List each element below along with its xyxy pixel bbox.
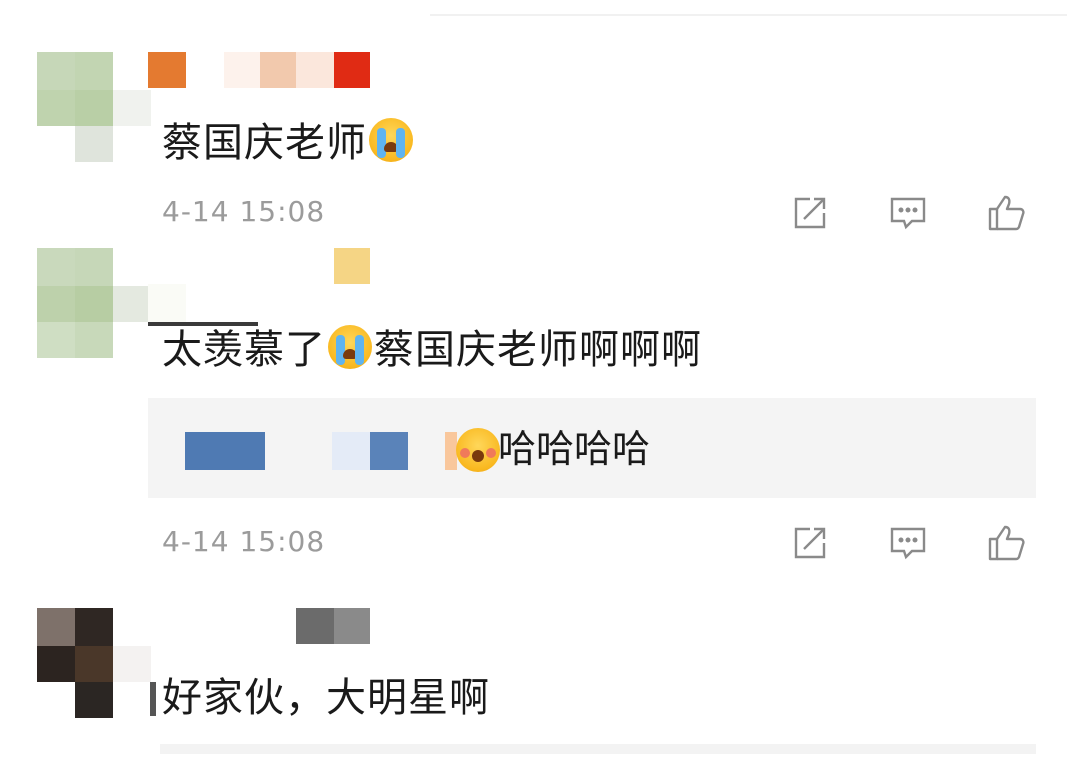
bottom-divider — [160, 744, 1036, 754]
comment-text: 好家伙，大明星啊 — [162, 675, 490, 721]
comment-time: 4-14 15:08 — [162, 195, 326, 228]
crying-face-icon — [369, 118, 413, 162]
comment-icon[interactable] — [888, 193, 928, 233]
share-icon[interactable] — [790, 523, 830, 563]
comment-time: 4-14 15:08 — [162, 525, 326, 558]
username-blurred[interactable] — [296, 608, 372, 644]
thumbs-up-icon[interactable] — [986, 523, 1026, 563]
comment-body: 蔡国庆老师 — [162, 120, 367, 166]
username-blurred[interactable] — [148, 52, 370, 88]
avatar[interactable] — [37, 248, 152, 373]
reply-username-blurred — [332, 432, 372, 470]
comment-text: 蔡国庆老师 — [162, 118, 415, 167]
text-cursor — [150, 682, 156, 716]
reply-username-blurred — [370, 432, 408, 470]
comment-body-start: 太羡慕了 — [162, 327, 326, 373]
avatar[interactable] — [37, 608, 152, 733]
top-divider — [430, 14, 1067, 16]
crying-face-icon — [328, 325, 372, 369]
username-blurred[interactable] — [148, 248, 370, 328]
comment-body-end: 蔡国庆老师啊啊啊 — [374, 327, 702, 373]
reply-username-blurred[interactable] — [185, 432, 265, 470]
share-icon[interactable] — [790, 193, 830, 233]
comment-text: 太羡慕了 蔡国庆老师啊啊啊 — [162, 325, 702, 374]
avatar[interactable] — [37, 52, 152, 177]
comment-icon[interactable] — [888, 523, 928, 563]
thumbs-up-icon[interactable] — [986, 193, 1026, 233]
blushing-face-icon — [456, 428, 500, 472]
reply-text: 哈哈哈哈 — [498, 427, 651, 471]
